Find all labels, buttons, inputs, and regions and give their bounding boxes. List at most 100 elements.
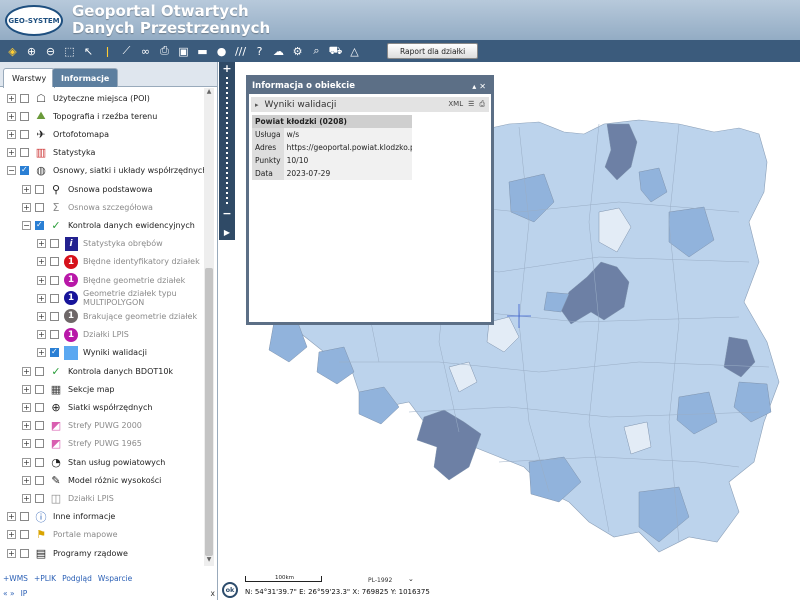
layer-row[interactable]: + ◩ Strefy PUWG 2000 [22, 417, 142, 435]
crs-select[interactable]: PL-1992 [368, 577, 392, 584]
scroll-up-arrow[interactable]: ▲ [204, 88, 214, 98]
zoom-plus-button[interactable]: + [219, 62, 235, 75]
layer-checkbox[interactable] [35, 421, 44, 431]
expand-toggle-icon[interactable]: + [37, 293, 46, 303]
row-value[interactable]: https://geoportal.powiat.klodzko.pl/gsp [283, 141, 412, 154]
layer-checkbox[interactable] [35, 402, 44, 412]
full-extent-icon[interactable]: ⬚ [61, 43, 78, 60]
layer-row[interactable]: + ▥ Statystyka [7, 144, 95, 162]
identify-icon[interactable]: ǀ [99, 43, 116, 60]
hatch-icon[interactable]: /// [232, 43, 249, 60]
layer-checkbox[interactable] [50, 239, 59, 249]
expand-toggle-icon[interactable]: + [22, 475, 31, 485]
expand-toggle-icon[interactable]: + [22, 202, 31, 212]
cart-icon[interactable]: ⛟ [327, 43, 344, 60]
layer-checkbox[interactable] [20, 530, 29, 540]
layer-row[interactable]: +1 Brakujące geometrie działek [37, 307, 197, 325]
layer-checkbox[interactable] [20, 93, 29, 103]
layer-checkbox[interactable] [50, 311, 59, 321]
layer-checkbox[interactable] [20, 148, 29, 158]
layer-checkbox[interactable] [50, 257, 59, 267]
preview-link[interactable]: Podgląd [62, 574, 92, 583]
search-icon[interactable]: ⌕ [308, 43, 325, 60]
layer-checkbox[interactable] [35, 475, 44, 485]
geo-system-logo[interactable]: GEO-SYSTEM [5, 5, 63, 36]
print-icon[interactable]: ⎙ [479, 100, 485, 109]
layer-checkbox[interactable] [50, 347, 59, 358]
draw-line-icon[interactable]: ▬ [194, 43, 211, 60]
expand-toggle-icon[interactable]: + [22, 421, 31, 431]
link-icon[interactable]: ∞ [137, 43, 154, 60]
layer-checkbox[interactable] [20, 129, 29, 139]
layer-checkbox[interactable] [50, 275, 59, 285]
expand-toggle-icon[interactable]: + [22, 366, 31, 376]
expand-toggle-icon[interactable]: + [7, 148, 16, 158]
expand-toggle-icon[interactable]: + [37, 348, 46, 358]
table-icon[interactable]: ☰ [468, 100, 474, 109]
layer-checkbox[interactable] [35, 439, 44, 449]
layer-checkbox[interactable] [35, 184, 44, 194]
layer-row[interactable]: + ▦ Sekcje map [22, 380, 115, 398]
layer-row[interactable]: + i Statystyka obrębów [37, 235, 163, 253]
layer-row[interactable]: + Wyniki walidacji [37, 344, 147, 362]
zoom-in-icon[interactable]: ⊕ [23, 43, 40, 60]
expand-toggle-icon[interactable]: + [22, 493, 31, 503]
layer-checkbox[interactable] [20, 165, 29, 176]
layer-row[interactable]: + ◫ Działki LPIS [22, 489, 114, 507]
expand-toggle-icon[interactable]: + [22, 402, 31, 412]
layer-checkbox[interactable] [35, 493, 44, 503]
expand-toggle-icon[interactable]: − [7, 166, 16, 176]
collapse-icon[interactable]: ▸ [255, 101, 259, 109]
tab-layers[interactable]: Warstwy [3, 68, 56, 88]
layers-icon[interactable]: ◈ [4, 43, 21, 60]
comment-icon[interactable]: ● [213, 43, 230, 60]
ip-link[interactable]: IP [21, 589, 28, 598]
layer-row[interactable]: − ◍ Osnowy, siatki i układy współrzędnych [7, 162, 204, 180]
scrollbar[interactable]: ▲ ▼ [204, 88, 214, 566]
print-icon[interactable]: ⎙ [156, 43, 173, 60]
layer-row[interactable]: +1 Geometrie działek typu MULTIPOLYGON [37, 289, 203, 307]
zoom-slider[interactable]: + − [219, 62, 235, 240]
shapes-icon[interactable]: △ [346, 43, 363, 60]
expand-toggle-icon[interactable]: + [22, 457, 31, 467]
zoom-minus-button[interactable]: − [219, 207, 235, 220]
export-icon[interactable]: ▣ [175, 43, 192, 60]
layer-row[interactable]: + ✎ Model różnic wysokości [22, 471, 161, 489]
layer-row[interactable]: + ⓘ Inne informacje [7, 508, 115, 526]
panel-nav-arrows[interactable]: « » [3, 589, 15, 598]
expand-toggle-icon[interactable]: + [37, 311, 46, 321]
layer-checkbox[interactable] [20, 111, 29, 121]
layer-checkbox[interactable] [20, 548, 29, 558]
layer-row[interactable]: + ✓ Kontrola danych BDOT10k [22, 362, 173, 380]
layer-checkbox[interactable] [35, 366, 44, 376]
zoom-track[interactable] [226, 77, 228, 205]
layer-checkbox[interactable] [20, 512, 29, 522]
settings-icon[interactable]: ⚙ [289, 43, 306, 60]
dialog-controls[interactable]: ▴✕ [472, 82, 491, 91]
add-wms-link[interactable]: +WMS [3, 574, 28, 583]
close-panel-button[interactable]: x [211, 589, 215, 598]
layer-row[interactable]: +1 Błędne geometrie działek [37, 271, 185, 289]
expand-toggle-icon[interactable]: + [7, 111, 16, 121]
layer-checkbox[interactable] [50, 293, 59, 303]
pointer-icon[interactable]: ↖ [80, 43, 97, 60]
dialog-section-header[interactable]: ▸ Wyniki walidacji XML ☰ ⎙ [251, 97, 489, 112]
layer-row[interactable]: + Σ Osnowa szczegółowa [22, 198, 153, 216]
expand-toggle-icon[interactable]: + [37, 275, 46, 285]
support-link[interactable]: Wsparcie [98, 574, 132, 583]
layer-row[interactable]: + ▤ Programy rządowe [7, 544, 128, 562]
report-button[interactable]: Raport dla działki [387, 43, 479, 59]
measure-icon[interactable]: ⟋ [118, 43, 135, 60]
dialog-titlebar[interactable]: Informacja o obiekcie ▴✕ [249, 78, 491, 94]
chevron-down-icon[interactable]: ⌄ [408, 575, 414, 583]
tab-info[interactable]: Informacje [52, 68, 119, 87]
layer-row[interactable]: + ◔ Stan usług powiatowych [22, 453, 165, 471]
layer-row[interactable]: + ◩ Strefy PUWG 1965 [22, 435, 142, 453]
expand-toggle-icon[interactable]: + [7, 530, 16, 540]
panel-toggle-arrow[interactable]: ▶ [219, 224, 235, 240]
layer-row[interactable]: +1 Błędne identyfikatory działek [37, 253, 200, 271]
layer-checkbox[interactable] [35, 457, 44, 467]
help-icon[interactable]: ? [251, 43, 268, 60]
layer-row[interactable]: + ⚑ Portale mapowe [7, 526, 118, 544]
layer-row[interactable]: + ⚲ Osnowa podstawowa [22, 180, 153, 198]
